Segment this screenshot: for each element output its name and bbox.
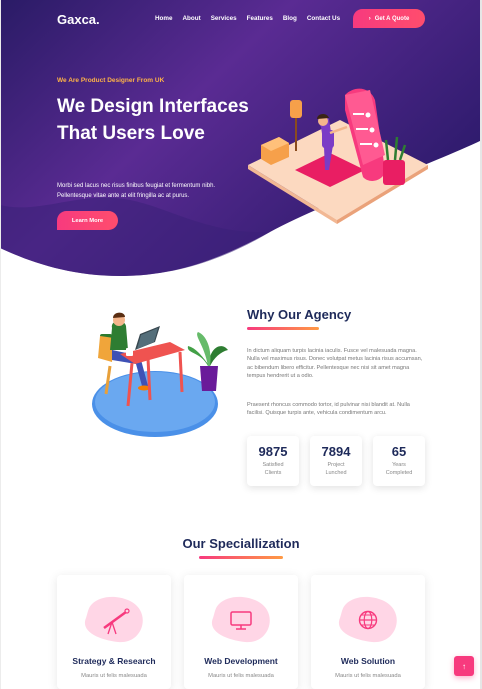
stat-value: 65 bbox=[391, 444, 407, 459]
service-card-web-development[interactable]: Web Development Mauris ut felis malesuad… bbox=[184, 575, 298, 689]
page-border-left bbox=[0, 0, 1, 689]
card-text: Mauris ut felis malesuada bbox=[81, 673, 147, 679]
stat-label: Satisfied Clients bbox=[262, 462, 284, 476]
agency-title: Why Our Agency bbox=[247, 307, 352, 322]
nav-link-services[interactable]: Services bbox=[211, 15, 237, 22]
service-card-strategy[interactable]: Strategy & Research Mauris ut felis male… bbox=[57, 575, 171, 689]
stat-satisfied-clients: 9875 Satisfied Clients bbox=[247, 436, 299, 486]
agency-title-underline bbox=[247, 327, 319, 330]
globe-icon bbox=[338, 596, 397, 643]
nav-link-contact[interactable]: Contact Us bbox=[307, 15, 340, 22]
hero-description: Morbi sed lacus nec risus finibus feugia… bbox=[57, 183, 216, 199]
monitor-icon bbox=[211, 596, 270, 643]
arrow-up-icon: ↑ bbox=[462, 661, 466, 671]
telescope-icon bbox=[84, 596, 143, 643]
stat-projects-launched: 7894 Project Lunched bbox=[310, 436, 362, 486]
card-text: Mauris ut felis malesuada bbox=[208, 673, 274, 679]
get-quote-label: Get A Quote bbox=[374, 15, 410, 22]
scroll-to-top-button[interactable]: ↑ bbox=[454, 656, 474, 676]
stat-value: 9875 bbox=[258, 444, 288, 459]
agency-paragraph-1: In dictum aliquam turpis lacinia iaculis… bbox=[247, 348, 423, 380]
agency-paragraph-2: Praesent rhoncus commodo tortor, id pulv… bbox=[247, 402, 410, 417]
nav-link-blog[interactable]: Blog bbox=[283, 15, 297, 22]
specialization-title-underline bbox=[199, 556, 283, 559]
card-text: Mauris ut felis malesuada bbox=[335, 673, 401, 679]
stat-value: 7894 bbox=[321, 444, 351, 459]
nav-menu: Home About Services Features Blog Contac… bbox=[155, 15, 350, 22]
stat-years-completed: 65 Years Completed bbox=[373, 436, 425, 486]
card-title: Strategy & Research bbox=[72, 656, 156, 666]
hero-headline: We Design Interfaces That Users Love bbox=[57, 96, 249, 144]
nav-link-features[interactable]: Features bbox=[247, 15, 273, 22]
site-logo[interactable]: Gaxca. bbox=[57, 12, 100, 27]
hero-eyebrow: We Are Product Designer From UK bbox=[57, 77, 165, 84]
stat-label: Project Lunched bbox=[325, 462, 347, 476]
get-quote-button[interactable]: › Get A Quote bbox=[353, 9, 425, 28]
top-navigation: Gaxca. Home About Services Features Blog… bbox=[0, 0, 482, 38]
service-card-web-solution[interactable]: Web Solution Mauris ut felis malesuada bbox=[311, 575, 425, 689]
card-title: Web Solution bbox=[340, 656, 396, 666]
nav-link-about[interactable]: About bbox=[183, 15, 201, 22]
stat-label: Years Completed bbox=[385, 462, 413, 476]
agency-illustration bbox=[92, 312, 228, 437]
nav-link-home[interactable]: Home bbox=[155, 15, 173, 22]
designer-illustration bbox=[248, 88, 428, 224]
hero-section: Gaxca. Home About Services Features Blog… bbox=[0, 0, 482, 285]
card-title: Web Development bbox=[204, 656, 278, 666]
specialization-title: Our Speciallization bbox=[182, 536, 300, 551]
learn-more-button[interactable]: Learn More bbox=[57, 211, 118, 230]
chevron-right-icon: › bbox=[368, 15, 371, 22]
